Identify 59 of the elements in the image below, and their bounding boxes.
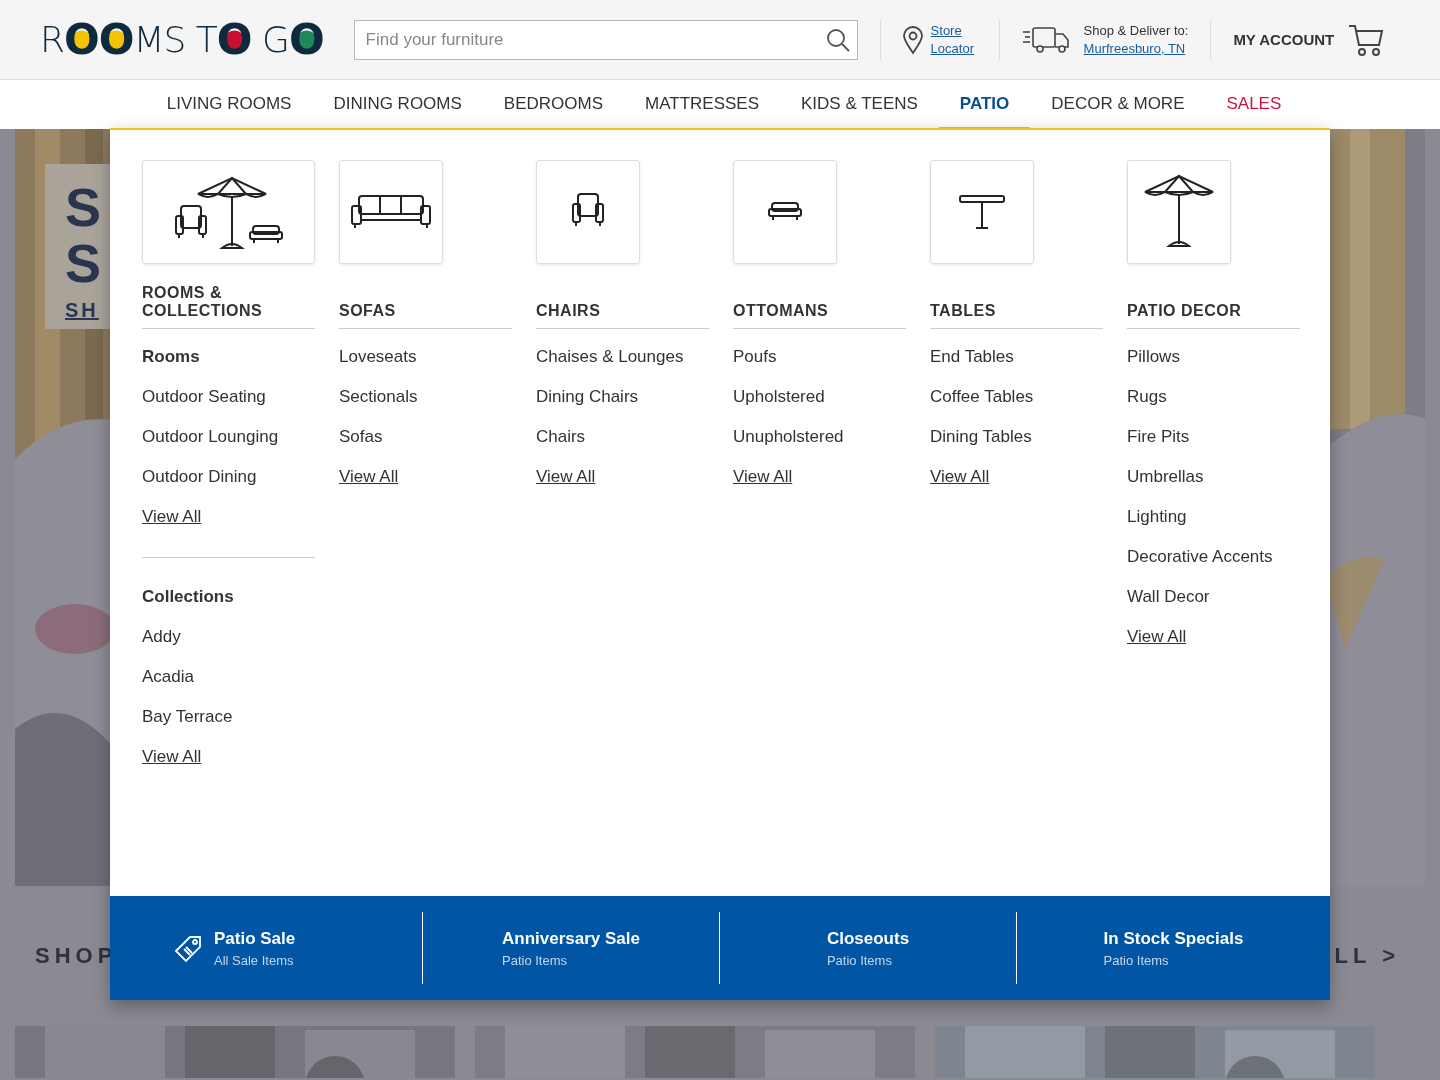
store-locator-link[interactable]: Store Locator bbox=[930, 21, 977, 58]
hero-link[interactable]: SH bbox=[65, 299, 102, 322]
menu-link[interactable]: Addy bbox=[142, 617, 315, 657]
menu-link[interactable]: Sofas bbox=[339, 417, 512, 457]
menu-link[interactable]: End Tables bbox=[930, 337, 1103, 377]
delivery-label: Shop & Deliver to: bbox=[1083, 21, 1189, 40]
category-heading[interactable]: SOFAS bbox=[339, 264, 512, 329]
menu-link[interactable]: Dining Chairs bbox=[536, 377, 709, 417]
view-all-link[interactable]: View All bbox=[1127, 617, 1300, 657]
hero-heading: S bbox=[65, 235, 102, 291]
nav-tab[interactable]: DINING ROOMS bbox=[312, 80, 483, 130]
view-all-link[interactable]: View All bbox=[536, 457, 709, 497]
menu-link[interactable]: Chairs bbox=[536, 417, 709, 457]
menu-link[interactable]: Umbrellas bbox=[1127, 457, 1300, 497]
menu-link[interactable]: Sectionals bbox=[339, 377, 512, 417]
category-heading[interactable]: OTTOMANS bbox=[733, 264, 906, 329]
nav-tab[interactable]: SALES bbox=[1205, 80, 1303, 130]
menu-link[interactable]: Decorative Accents bbox=[1127, 537, 1300, 577]
view-all-link[interactable]: View All bbox=[142, 497, 315, 537]
view-all-link[interactable]: View All bbox=[142, 737, 315, 777]
menu-link[interactable]: Bay Terrace bbox=[142, 697, 315, 737]
nav-tab[interactable]: LIVING ROOMS bbox=[145, 80, 313, 130]
nav-tab[interactable]: DECOR & MORE bbox=[1030, 80, 1206, 130]
menu-link[interactable]: Outdoor Seating bbox=[142, 377, 315, 417]
menu-link[interactable]: Wall Decor bbox=[1127, 577, 1300, 617]
account-link[interactable]: MY ACCOUNT bbox=[1233, 31, 1335, 48]
group-heading[interactable]: Collections bbox=[142, 577, 315, 617]
menu-link[interactable]: Upholstered bbox=[733, 377, 906, 417]
menu-link[interactable]: Outdoor Dining bbox=[142, 457, 315, 497]
menu-link[interactable]: Chaises & Lounges bbox=[536, 337, 709, 377]
menu-link[interactable]: Dining Tables bbox=[930, 417, 1103, 457]
view-all-link[interactable]: View All bbox=[930, 457, 1103, 497]
menu-link[interactable]: Rugs bbox=[1127, 377, 1300, 417]
nav-tab[interactable]: KIDS & TEENS bbox=[780, 80, 939, 130]
promo-link[interactable]: Anniversary Sale Patio Items bbox=[422, 912, 719, 984]
menu-link[interactable]: Fire Pits bbox=[1127, 417, 1300, 457]
menu-link[interactable]: Loveseats bbox=[339, 337, 512, 377]
category-heading[interactable]: TABLES bbox=[930, 264, 1103, 329]
promo-link[interactable]: In Stock Specials Patio Items bbox=[1016, 912, 1330, 984]
category-heading[interactable]: ROOMS & COLLECTIONS bbox=[142, 264, 315, 329]
delivery-location-link[interactable]: Murfreesburo, TN bbox=[1083, 39, 1189, 58]
menu-link[interactable]: Coffee Tables bbox=[930, 377, 1103, 417]
search-field[interactable]: Find your furniture bbox=[353, 19, 858, 60]
category-heading[interactable]: CHAIRS bbox=[536, 264, 709, 329]
menu-link[interactable]: Outdoor Lounging bbox=[142, 417, 315, 457]
promo-link[interactable]: Closeouts Patio Items bbox=[719, 912, 1016, 984]
menu-link[interactable]: Acadia bbox=[142, 657, 315, 697]
view-all-link[interactable]: LL > bbox=[1334, 943, 1400, 969]
menu-link[interactable]: Pillows bbox=[1127, 337, 1300, 377]
view-all-link[interactable]: View All bbox=[339, 457, 512, 497]
menu-link[interactable]: Unupholstered bbox=[733, 417, 906, 457]
nav-tab[interactable]: BEDROOMS bbox=[482, 80, 625, 130]
view-all-link[interactable]: View All bbox=[733, 457, 906, 497]
category-heading[interactable]: PATIO DECOR bbox=[1127, 264, 1300, 329]
menu-link[interactable]: Poufs bbox=[733, 337, 906, 377]
nav-tab[interactable]: MATTRESSES bbox=[624, 80, 780, 130]
group-heading[interactable]: Rooms bbox=[142, 337, 315, 377]
menu-link[interactable]: Lighting bbox=[1127, 497, 1300, 537]
hero-heading: S bbox=[65, 179, 102, 235]
